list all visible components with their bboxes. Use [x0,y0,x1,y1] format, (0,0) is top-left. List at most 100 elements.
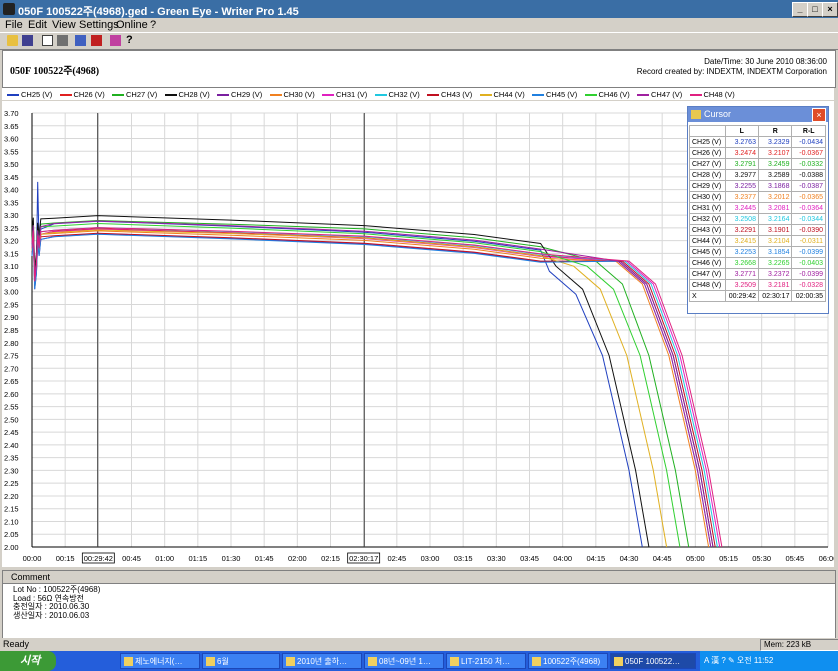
x-tick-label: 01:45 [255,554,274,563]
menu-settings[interactable]: Settings [79,19,119,31]
channel-name: CH32 (V) [689,213,726,225]
eraser-icon[interactable] [110,35,121,46]
close-button[interactable]: × [822,2,838,17]
cursor-value: 3.2012 [757,191,793,203]
legend-item[interactable]: CH30 (V) [269,90,315,99]
cursor-value: 3.2181 [757,279,793,291]
taskbar-item-active[interactable]: 050F 100522… [610,653,696,669]
cursor-value: 3.2445 [724,202,759,214]
table-icon[interactable] [75,35,86,46]
legend-label: CH44 (V) [493,90,525,99]
legend-item[interactable]: CH25 (V) [7,90,52,99]
y-tick-label: 2.85 [4,326,19,335]
cursor-table-row: CH27 (V) 3.2791 3.2459 -0.0332 [689,158,826,170]
legend-item[interactable]: CH26 (V) [59,90,105,99]
x-tick-label: 06:00 [819,554,834,563]
cursor-table-row: CH30 (V) 3.2377 3.2012 -0.0365 [689,191,826,203]
legend-swatch [112,94,124,97]
menu-help[interactable]: ? [150,19,156,31]
close-icon[interactable]: × [812,108,826,122]
print-icon[interactable] [57,35,68,46]
cursor-value: 3.2164 [757,213,793,225]
record-creator: Record created by: INDEXTM, INDEXTM Corp… [636,67,827,76]
legend-item[interactable]: CH27 (V) [112,90,157,99]
legend-swatch [217,94,229,97]
cursor-value: -0.0390 [791,224,826,236]
taskbar-item[interactable]: 2010년 출하… [282,653,362,669]
cursor-value: 00:29:42 [724,290,759,302]
y-tick-label: 2.90 [4,313,19,322]
comment-line: 충전일자 : 2010.06.30 [13,602,90,611]
legend-label: CH25 (V) [21,90,53,99]
legend-item[interactable]: CH31 (V) [322,90,367,99]
legend-item[interactable]: CH44 (V) [479,90,525,99]
cursor-value: 3.2668 [724,257,759,269]
cursor-window[interactable]: Cursor × L R R-L CH25 (V) 3.2763 3.2329 -0.043… [687,106,829,314]
cursor-value: -0.0388 [791,169,826,181]
menu-edit[interactable]: Edit [28,19,47,31]
series-line [31,233,712,548]
legend-swatch [322,94,334,97]
preview-icon[interactable] [42,35,53,46]
legend-swatch [584,94,597,97]
legend-item[interactable]: CH47 (V) [637,90,682,99]
y-tick-label: 3.70 [4,109,19,118]
y-tick-label: 2.20 [4,492,19,501]
cursor-value: 3.2329 [757,136,793,148]
excel-icon [286,657,295,666]
taskbar-item[interactable]: 제노에너지(… [120,653,200,669]
series-line [31,232,716,548]
comment-line: 생산일자 : 2010.06.03 [13,610,90,620]
cursor-value: -0.0403 [791,257,826,269]
tray-clock: A 漢 ? ✎ 오전 11:52 [704,656,774,665]
cursor-value: -0.0434 [791,136,826,148]
menu-file[interactable]: File [5,19,23,31]
cursor-value: 3.2107 [757,147,793,159]
x-tick-label: 04:30 [620,554,639,563]
start-button[interactable]: 시작 [0,651,56,671]
cursor-value: 3.2253 [724,246,759,258]
legend-item[interactable]: CH29 (V) [217,90,262,99]
series-line [31,228,714,548]
maximize-button[interactable]: □ [807,2,823,17]
series-line [31,230,710,548]
legend-label: CH32 (V) [388,90,420,99]
taskbar-item[interactable]: 6월 [202,653,280,669]
legend-item[interactable]: CH45 (V) [532,90,577,99]
cursor-value: 3.2291 [724,224,759,236]
legend-item[interactable]: CH43 (V) [427,90,472,99]
chart-icon[interactable] [91,35,102,46]
cursor-window-header[interactable]: Cursor × [688,107,828,122]
record-datetime: Date/Time: 30 June 2010 08:36:00 [704,57,827,66]
comment-body[interactable]: Lot No : 100522주(4968) Load : 56Ω 연속방전 충… [3,584,835,620]
channel-name: CH47 (V) [689,268,726,280]
open-icon[interactable] [7,35,18,46]
legend-item[interactable]: CH32 (V) [374,90,420,99]
cursor-table-row: CH31 (V) 3.2445 3.2081 -0.0364 [689,202,826,214]
menu-online[interactable]: Online [116,19,148,31]
taskbar-item[interactable]: LIT-2150 처… [446,653,526,669]
cursor-table-row: CH48 (V) 3.2509 3.2181 -0.0328 [689,279,826,291]
legend-swatch [479,94,492,97]
legend-item[interactable]: CH48 (V) [689,90,735,99]
legend-item[interactable]: CH46 (V) [584,90,630,99]
taskbar-item[interactable]: 100522주(4968) [528,653,608,669]
cursor-value: 3.2459 [757,158,793,170]
taskbar-item[interactable]: 08년~09년 1… [364,653,444,669]
y-tick-label: 2.60 [4,390,19,399]
save-icon[interactable] [22,35,33,46]
legend-swatch [59,94,72,97]
help-icon[interactable]: ? [126,35,137,46]
legend-label: CH43 (V) [441,90,473,99]
y-tick-label: 2.45 [4,428,19,437]
series-line [31,222,681,548]
menu-view[interactable]: View [52,19,76,31]
cursor-value: 3.1901 [757,224,793,236]
cursor-value: 3.2415 [724,235,759,247]
legend-swatch [427,94,439,97]
window-title: 050F 100522주(4968).ged - Green Eye - Wri… [18,6,299,18]
legend-item[interactable]: CH28 (V) [164,90,210,99]
y-tick-label: 3.00 [4,288,19,297]
minimize-button[interactable]: _ [792,2,808,17]
y-tick-label: 2.75 [4,352,19,361]
